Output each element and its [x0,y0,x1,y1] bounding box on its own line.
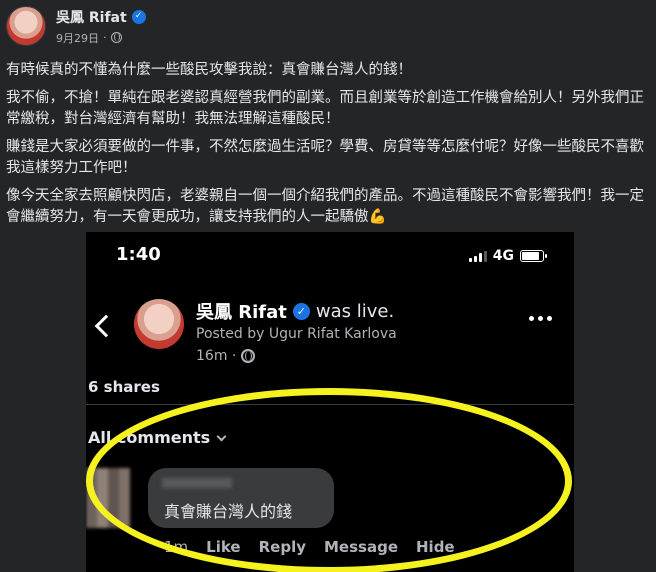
post-header: 吳鳳 Rifat ✓ 9月29日 · [6,6,146,46]
verified-badge-icon: ✓ [292,302,310,320]
globe-icon [241,349,256,363]
signal-bar [483,250,487,262]
live-post-header: 吳鳳 Rifat ✓ was live. Posted by Ugur Rifa… [86,294,574,374]
globe-icon [110,32,122,43]
live-title: 吳鳳 Rifat ✓ was live. [196,298,394,324]
author-name[interactable]: 吳鳳 Rifat [56,7,127,27]
comments-filter[interactable]: All comments [88,428,227,447]
signal-bar [473,255,477,262]
commenter-name-blurred[interactable] [162,478,232,488]
divider [86,404,574,405]
comment-actions: 1m Like Reply Message Hide [164,538,455,556]
live-time-row: 16m · [196,348,256,364]
date-row: 9月29日 · [56,30,146,46]
commenter-avatar-blurred[interactable] [86,468,130,528]
battery-fill [522,252,539,260]
posted-by: Posted by Ugur Rifat Karlova [196,326,397,342]
signal-bar [478,253,482,262]
post-paragraph: 我不偷，不搶！單純在跟老婆認真經營我們的副業。而且創業等於創造工作機會給別人！另… [6,90,644,127]
post-paragraph: 賺錢是大家必須要做的一件事，不然怎麼過生活呢？學費、房貸等等怎麼付呢？好像一些酸… [6,139,644,176]
dot-separator: · [103,31,107,44]
live-time-ago[interactable]: 16m · [196,348,236,364]
post-date[interactable]: 9月29日 [56,30,99,46]
author-row: 吳鳳 Rifat ✓ [56,7,146,27]
live-author-avatar[interactable] [134,299,184,349]
battery-icon [520,250,547,262]
post-paragraph: 像今天全家去照顧快閃店，老婆親自一個一個介紹我們的產品。不過這種酸民不會影響我們… [6,188,644,225]
like-action[interactable]: Like [206,538,240,556]
signal-bar [468,258,472,262]
reply-action[interactable]: Reply [259,538,306,556]
post-paragraph: 有時候真的不懂為什麼一些酸民攻擊我說：真會賺台灣人的錢！ [6,62,412,78]
author-avatar[interactable] [6,6,46,46]
status-time: 1:40 [116,244,161,265]
network-label: 4G [492,248,514,264]
signal-strength-icon [468,250,487,262]
hide-action[interactable]: Hide [416,538,455,556]
post-body: 有時候真的不懂為什麼一些酸民攻擊我說：真會賺台灣人的錢！ 我不偷，不搶！單純在跟… [6,60,646,235]
comment-time[interactable]: 1m [164,538,188,556]
status-bar: 1:40 4G [116,244,547,266]
chevron-down-icon[interactable] [216,431,227,441]
post-meta: 吳鳳 Rifat ✓ 9月29日 · [56,7,146,46]
embedded-screenshot: 1:40 4G 吳鳳 Rifat ✓ was live. Posted by U… [86,232,574,572]
status-icons: 4G [468,248,547,264]
message-action[interactable]: Message [324,538,398,556]
live-status-text: was live. [315,300,395,322]
live-author-name[interactable]: 吳鳳 Rifat [196,298,287,324]
comments-filter-label[interactable]: All comments [88,428,210,447]
comment-bubble: 真會賺台灣人的錢 [148,468,334,528]
shares-count[interactable]: 6 shares [88,378,160,396]
verified-badge-icon: ✓ [131,9,146,24]
back-arrow-icon[interactable] [94,314,118,338]
more-options-icon[interactable] [529,316,552,321]
comment-text: 真會賺台灣人的錢 [164,502,293,521]
